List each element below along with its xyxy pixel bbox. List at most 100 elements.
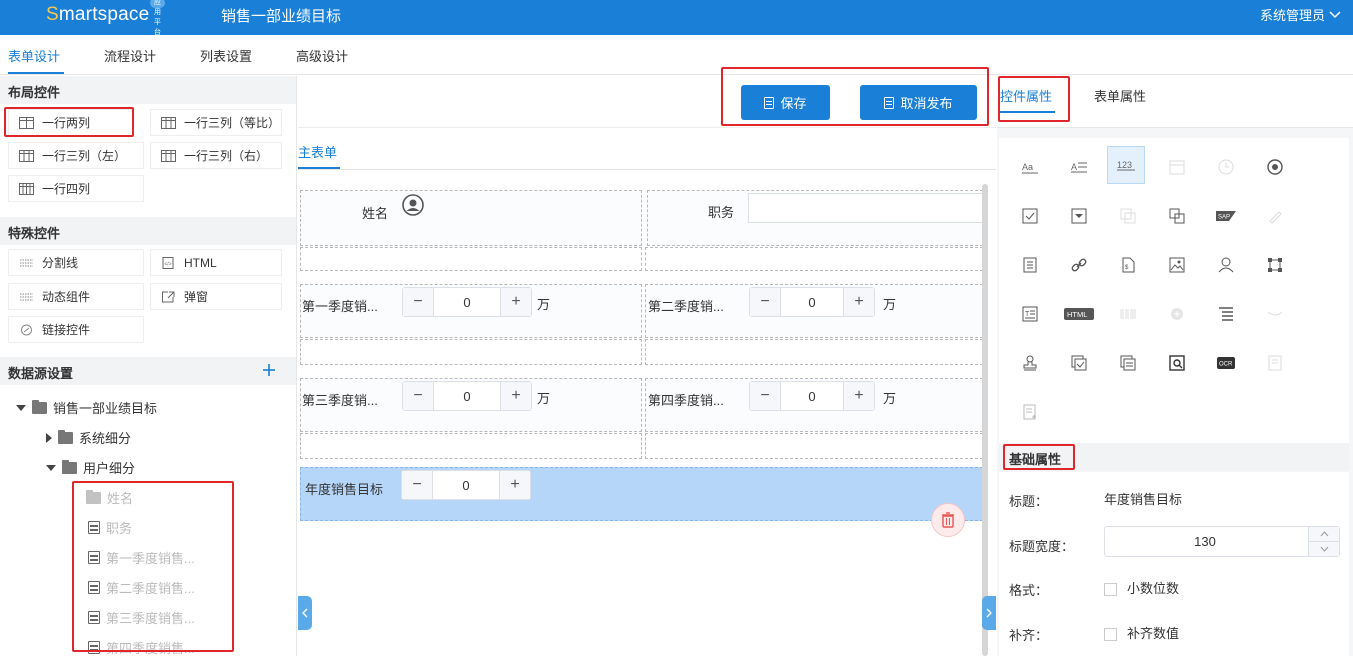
q3-stepper[interactable]: − 0 +: [402, 381, 532, 411]
tab-form-properties[interactable]: 表单属性: [1094, 86, 1146, 105]
scrollbar[interactable]: [982, 184, 988, 656]
control-one-row-four-cols[interactable]: 一行四列: [8, 175, 144, 202]
tree-field-q2[interactable]: 第二季度销售...: [88, 578, 195, 597]
control-html[interactable]: </> HTML: [150, 249, 282, 276]
org-chart-icon[interactable]: [1263, 253, 1287, 277]
preview-icon[interactable]: [1165, 351, 1189, 375]
decrement-button[interactable]: −: [403, 382, 433, 410]
copy-icon[interactable]: [1116, 204, 1140, 228]
text-label-icon[interactable]: Aa: [1018, 155, 1042, 179]
increment-button[interactable]: +: [844, 382, 874, 410]
divider-icon[interactable]: [1263, 302, 1287, 326]
control-one-row-three-cols-left[interactable]: 一行三列（左）: [8, 142, 144, 169]
barcode-icon[interactable]: [1116, 302, 1140, 326]
plus-circle-icon[interactable]: [1165, 302, 1189, 326]
stamp-icon[interactable]: [1018, 351, 1042, 375]
user-select-icon[interactable]: [401, 193, 425, 217]
decrement-button[interactable]: −: [750, 288, 780, 316]
dropdown-icon[interactable]: [1067, 204, 1091, 228]
add-form-icon[interactable]: [1018, 400, 1042, 424]
tree-field-q1[interactable]: 第一季度销售...: [88, 548, 195, 567]
tree-field-q4[interactable]: 第四季度销售...: [88, 638, 195, 656]
user-icon[interactable]: [1214, 253, 1238, 277]
control-one-row-two-cols[interactable]: 一行两列: [8, 109, 134, 136]
title-width-stepper[interactable]: 130: [1104, 526, 1340, 557]
number-icon[interactable]: 123: [1107, 146, 1145, 184]
control-popup[interactable]: 弹窗: [150, 283, 282, 310]
form-cell-empty[interactable]: [300, 433, 642, 459]
control-one-row-three-cols-right[interactable]: 一行三列（右）: [150, 142, 282, 169]
sub-form-icon[interactable]: [1116, 351, 1140, 375]
expand-icon[interactable]: [46, 432, 52, 443]
chevron-down-icon[interactable]: [1320, 546, 1329, 552]
delete-button[interactable]: [931, 503, 965, 537]
radio-icon[interactable]: [1263, 155, 1287, 179]
time-icon[interactable]: [1214, 155, 1238, 179]
add-icon[interactable]: [262, 363, 276, 377]
tab-advanced-design[interactable]: 高级设计: [296, 46, 348, 65]
control-divider[interactable]: 分割线: [8, 249, 144, 276]
tree-field-q3[interactable]: 第三季度销售...: [88, 608, 195, 627]
app-logo[interactable]: Smartspace 应用平台: [46, 0, 166, 36]
collapse-icon[interactable]: [46, 464, 56, 471]
stepper-arrows[interactable]: [1308, 527, 1339, 556]
sap-icon[interactable]: SAP: [1214, 204, 1238, 228]
tab-flow-design[interactable]: 流程设计: [104, 46, 156, 65]
increment-button[interactable]: +: [844, 288, 874, 316]
position-input[interactable]: [748, 193, 986, 223]
html-icon[interactable]: HTML: [1063, 302, 1095, 326]
increment-button[interactable]: +: [500, 471, 530, 499]
increment-button[interactable]: +: [501, 288, 531, 316]
chevron-up-icon[interactable]: [1320, 531, 1329, 537]
q1-stepper[interactable]: − 0 +: [402, 287, 532, 317]
decimal-checkbox[interactable]: [1104, 583, 1117, 597]
title-width-value[interactable]: 130: [1105, 527, 1305, 556]
tab-control-properties[interactable]: 控件属性: [1000, 86, 1052, 105]
control-link[interactable]: 链接控件: [8, 316, 144, 343]
multi-select-icon[interactable]: [1165, 204, 1189, 228]
tree-node-system[interactable]: 系统细分: [46, 428, 131, 447]
title-value[interactable]: 年度销售目标: [1104, 489, 1182, 508]
form-cell-empty[interactable]: [300, 247, 642, 271]
q1-value[interactable]: 0: [433, 288, 501, 316]
collapse-left-panel-button[interactable]: [298, 596, 312, 630]
date-icon[interactable]: [1165, 155, 1189, 179]
tree-node-user[interactable]: 用户细分: [46, 458, 135, 477]
approve-icon[interactable]: [1067, 351, 1091, 375]
pad-option[interactable]: 补齐数值: [1104, 623, 1179, 642]
increment-button[interactable]: +: [501, 382, 531, 410]
form-cell-empty[interactable]: [645, 339, 988, 365]
form-cell-empty[interactable]: [645, 247, 988, 271]
tree-root[interactable]: 销售一部业绩目标: [16, 398, 157, 417]
collapse-right-panel-button[interactable]: [982, 596, 996, 630]
text-area-icon[interactable]: A: [1067, 155, 1091, 179]
q4-value[interactable]: 0: [780, 382, 844, 410]
annual-stepper[interactable]: − 0 +: [401, 470, 531, 500]
signature-icon[interactable]: [1263, 204, 1287, 228]
q4-stepper[interactable]: − 0 +: [749, 381, 875, 411]
q2-stepper[interactable]: − 0 +: [749, 287, 875, 317]
list-icon[interactable]: [1214, 302, 1238, 326]
report-icon[interactable]: [1263, 351, 1287, 375]
user-menu[interactable]: 系统管理员: [1260, 5, 1341, 24]
decrement-button[interactable]: −: [402, 471, 432, 499]
rich-text-icon[interactable]: T: [1018, 302, 1042, 326]
form-cell-empty[interactable]: [645, 433, 988, 459]
collapse-icon[interactable]: [16, 404, 26, 411]
control-one-row-three-cols-equal[interactable]: 一行三列（等比）: [150, 109, 282, 136]
decrement-button[interactable]: −: [403, 288, 433, 316]
unpublish-button[interactable]: 取消发布: [860, 85, 977, 120]
tree-field-name[interactable]: 姓名: [86, 488, 133, 507]
save-button[interactable]: 保存: [741, 85, 830, 120]
form-cell-empty[interactable]: [300, 339, 642, 365]
link-icon[interactable]: [1067, 253, 1091, 277]
tree-field-position[interactable]: 职务: [88, 518, 132, 537]
pad-checkbox[interactable]: [1104, 628, 1117, 642]
decrement-button[interactable]: −: [750, 382, 780, 410]
checkbox-icon[interactable]: [1018, 204, 1042, 228]
annual-value[interactable]: 0: [432, 471, 500, 499]
image-icon[interactable]: [1165, 253, 1189, 277]
tab-form-design[interactable]: 表单设计: [8, 46, 60, 65]
tab-list-settings[interactable]: 列表设置: [200, 46, 252, 65]
form-cell-name[interactable]: [300, 190, 642, 246]
